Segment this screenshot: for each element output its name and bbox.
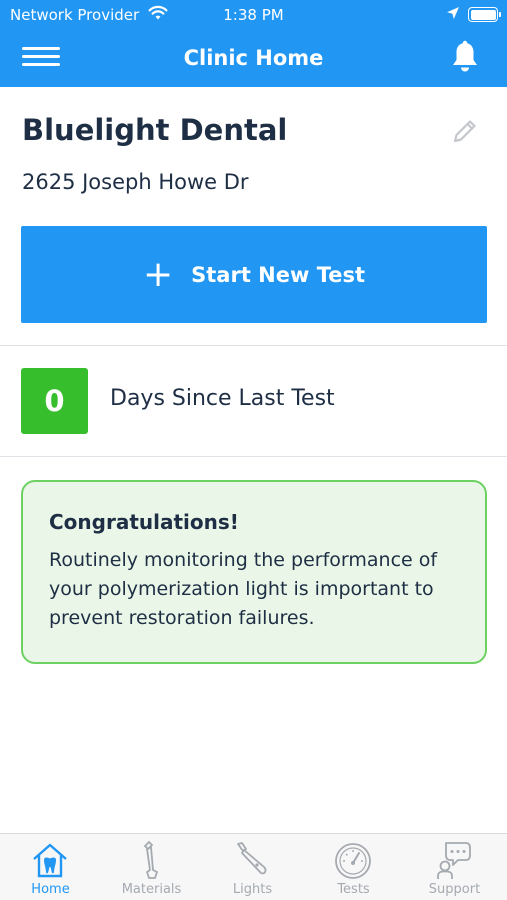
tab-home[interactable]: Home — [0, 834, 101, 900]
days-since-label: Days Since Last Test — [110, 386, 335, 411]
divider — [0, 345, 507, 346]
tab-support[interactable]: Support — [404, 834, 505, 900]
navigation-bar: Clinic Home — [0, 30, 507, 87]
gauge-icon — [333, 840, 373, 880]
divider — [0, 456, 507, 457]
start-new-test-label: Start New Test — [191, 262, 366, 287]
tab-tests[interactable]: Tests — [303, 834, 404, 900]
bottom-tab-bar: Home Materials Lights Tests Support — [0, 833, 507, 900]
days-count-badge: 0 — [21, 368, 88, 434]
edit-pencil-icon[interactable] — [450, 116, 480, 150]
status-bar: Network Provider 1:38 PM — [0, 0, 507, 30]
material-syringe-icon — [131, 840, 171, 880]
tooth-house-icon — [30, 840, 70, 880]
clock-time: 1:38 PM — [223, 6, 284, 24]
plus-icon: + — [142, 253, 174, 295]
tab-label: Materials — [121, 882, 182, 897]
clinic-address: 2625 Joseph Howe Dr — [22, 170, 249, 194]
notification-bell-icon[interactable] — [450, 40, 480, 78]
card-title: Congratulations! — [49, 510, 239, 534]
clinic-name: Bluelight Dental — [22, 113, 288, 147]
card-body-text: Routinely monitoring the performance of … — [49, 549, 438, 629]
tab-label: Home — [31, 882, 70, 897]
app-header: Network Provider 1:38 PM Clinic Home — [0, 0, 507, 87]
tab-label: Lights — [232, 882, 273, 897]
tab-materials[interactable]: Materials — [101, 834, 202, 900]
congratulations-card: Congratulations! Routinely monitoring th… — [21, 480, 487, 664]
location-arrow-icon — [446, 6, 460, 24]
curing-light-icon — [232, 840, 272, 880]
tab-lights[interactable]: Lights — [202, 834, 303, 900]
start-new-test-button[interactable]: + Start New Test — [21, 226, 487, 323]
tab-label: Support — [428, 882, 481, 897]
page-title: Clinic Home — [183, 46, 324, 70]
chat-help-icon — [434, 840, 474, 880]
battery-icon — [468, 7, 501, 22]
tab-label: Tests — [337, 882, 370, 897]
